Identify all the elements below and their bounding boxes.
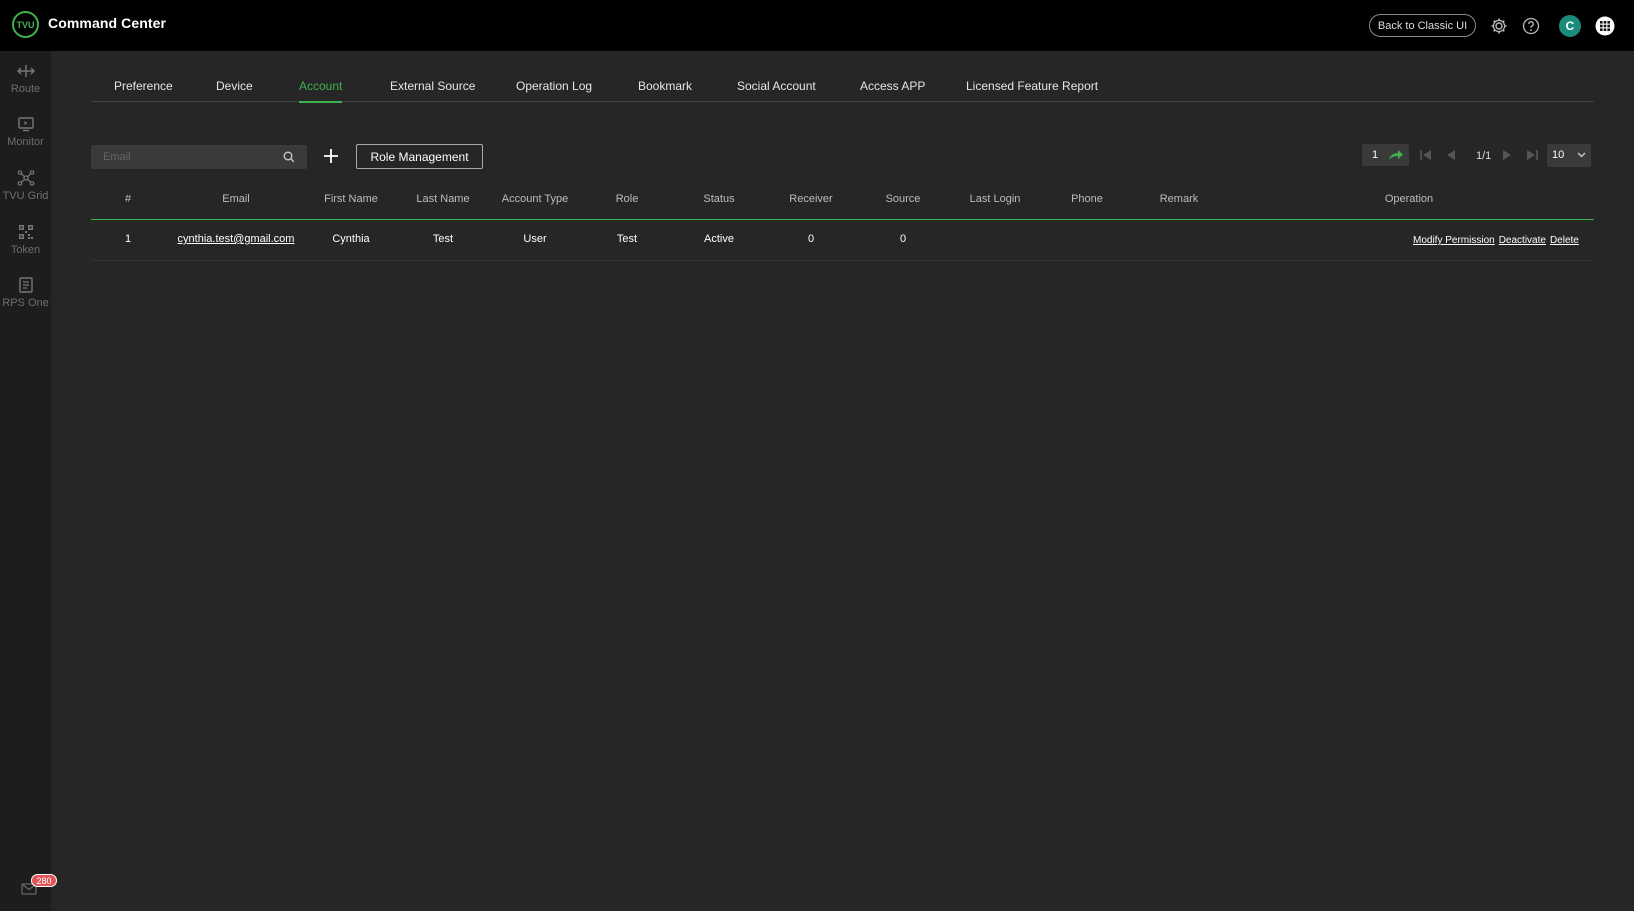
- email-search: [91, 145, 307, 169]
- column-header: Receiver: [789, 193, 833, 205]
- previous-page-button[interactable]: [1443, 147, 1459, 163]
- column-header: Operation: [1384, 193, 1434, 205]
- sidebar-item-label: Route: [10, 83, 41, 95]
- column-header: #: [124, 193, 132, 205]
- sidebar-item-rps-one[interactable]: RPS One: [0, 271, 51, 319]
- last-name-cell: Test: [432, 233, 454, 245]
- column-header: Source: [885, 193, 921, 205]
- qr-code-icon: [18, 225, 33, 239]
- row-index: 1: [124, 233, 132, 245]
- tab-operation-log[interactable]: Operation Log: [516, 79, 592, 93]
- notification-badge: 280: [31, 874, 57, 887]
- help-icon[interactable]: [1521, 16, 1541, 36]
- last-page-icon: [1527, 150, 1538, 160]
- modify-permission-link[interactable]: Modify Permission: [1413, 235, 1495, 246]
- sidebar-item-monitor[interactable]: Monitor: [0, 110, 51, 158]
- gear-icon[interactable]: [1489, 16, 1509, 36]
- previous-page-icon: [1447, 150, 1455, 160]
- next-page-button[interactable]: [1499, 147, 1515, 163]
- tvu-logo[interactable]: TVU: [12, 11, 39, 38]
- page-jump-input[interactable]: 1: [1372, 149, 1378, 161]
- tab-social-account[interactable]: Social Account: [737, 79, 816, 93]
- role-cell: Test: [616, 233, 638, 245]
- table-header: # Email First Name Last Name Account Typ…: [91, 183, 1594, 220]
- top-bar: TVU Command Center Back to Classic UI C: [0, 0, 1634, 51]
- tab-licensed-feature-report[interactable]: Licensed Feature Report: [966, 79, 1098, 93]
- tab-preference[interactable]: Preference: [114, 79, 173, 93]
- tab-device[interactable]: Device: [216, 79, 253, 93]
- email-link[interactable]: cynthia.test@gmail.com: [178, 233, 295, 245]
- column-header: First Name: [324, 193, 378, 205]
- sidebar-item-label: Token: [10, 244, 41, 256]
- page-jump: 1: [1362, 144, 1409, 166]
- next-page-icon: [1503, 150, 1511, 160]
- rps-one-icon: [18, 277, 33, 293]
- column-header: Account Type: [501, 193, 569, 205]
- first-page-button[interactable]: [1418, 147, 1434, 163]
- chevron-down-icon: [1577, 152, 1586, 158]
- column-header: Remark: [1159, 193, 1199, 205]
- column-header: Status: [703, 193, 735, 205]
- app-title: Command Center: [48, 15, 167, 31]
- email-search-input[interactable]: [91, 145, 281, 169]
- page-size-value: 10: [1552, 149, 1565, 161]
- delete-link[interactable]: Delete: [1550, 235, 1579, 246]
- sidebar: Route Monitor TVU Grid Token RPS One: [0, 51, 51, 911]
- account-type-cell: User: [523, 233, 547, 245]
- apps-grid-icon[interactable]: [1595, 16, 1615, 36]
- sidebar-item-label: TVU Grid: [2, 190, 49, 202]
- first-page-icon: [1420, 150, 1431, 160]
- sidebar-item-token[interactable]: Token: [0, 218, 51, 266]
- last-page-button[interactable]: [1524, 147, 1540, 163]
- tab-bookmark[interactable]: Bookmark: [638, 79, 692, 93]
- tab-external-source[interactable]: External Source: [390, 79, 475, 93]
- column-header: Email: [222, 193, 250, 205]
- tab-account[interactable]: Account: [299, 79, 343, 103]
- sidebar-item-label: Monitor: [7, 136, 44, 148]
- back-to-classic-ui-button[interactable]: Back to Classic UI: [1369, 14, 1476, 37]
- column-header: Last Login: [969, 193, 1021, 205]
- search-icon[interactable]: [283, 151, 295, 163]
- add-account-button[interactable]: [321, 145, 341, 167]
- tab-access-app[interactable]: Access APP: [860, 79, 925, 93]
- sidebar-item-tvu-grid[interactable]: TVU Grid: [0, 164, 51, 212]
- sidebar-item-route[interactable]: Route: [0, 57, 51, 105]
- column-header: Last Name: [416, 193, 470, 205]
- deactivate-link[interactable]: Deactivate: [1499, 235, 1546, 246]
- role-management-button[interactable]: Role Management: [356, 144, 483, 169]
- source-cell: 0: [899, 233, 907, 245]
- plus-icon: [324, 149, 338, 163]
- logo-text: TVU: [16, 19, 35, 30]
- sidebar-item-label: RPS One: [2, 297, 49, 309]
- receiver-cell: 0: [807, 233, 815, 245]
- monitor-icon: [17, 117, 34, 132]
- page-size-select[interactable]: 10: [1547, 144, 1591, 167]
- avatar[interactable]: C: [1559, 15, 1581, 37]
- table-row: 1 cynthia.test@gmail.com Cynthia Test Us…: [91, 221, 1594, 261]
- first-name-cell: Cynthia: [332, 233, 370, 245]
- column-header: Phone: [1071, 193, 1103, 205]
- settings-tabs: Preference Device Account External Sourc…: [91, 73, 1594, 103]
- status-cell: Active: [704, 233, 734, 245]
- grid-network-icon: [17, 170, 34, 186]
- page-indicator: 1/1: [1476, 150, 1492, 162]
- go-to-page-icon[interactable]: [1388, 148, 1404, 162]
- operation-cell: Modify Permission Deactivate Delete: [1413, 235, 1583, 246]
- column-header: Role: [615, 193, 639, 205]
- route-icon: [16, 65, 35, 77]
